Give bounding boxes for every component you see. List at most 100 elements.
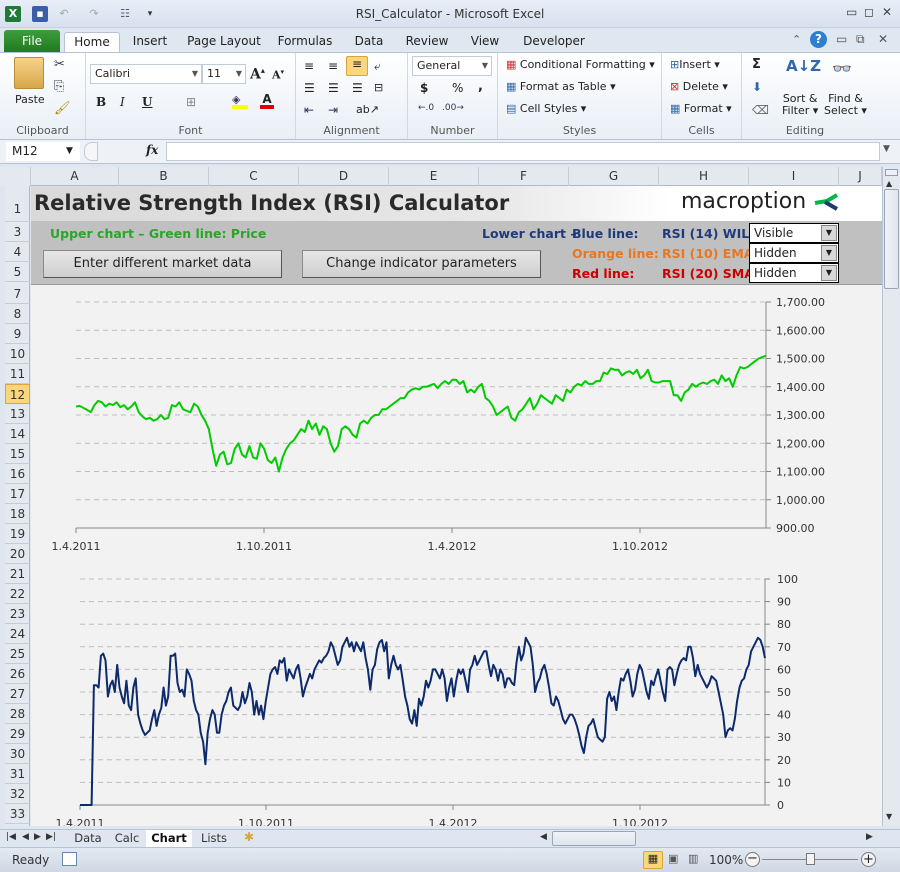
column-header-j[interactable]: J — [839, 167, 882, 186]
restore-icon[interactable]: ◻ — [864, 5, 874, 19]
first-sheet-icon[interactable]: |◀ — [6, 832, 16, 842]
bold-button[interactable]: B — [96, 95, 106, 109]
prev-sheet-icon[interactable]: ◀ — [22, 832, 29, 842]
row-header-30[interactable]: 30 — [5, 744, 30, 764]
row-header-9[interactable]: 9 — [5, 324, 30, 344]
row-header-15[interactable]: 15 — [5, 444, 30, 464]
wb-restore-icon[interactable]: ⧉ — [856, 32, 865, 47]
scroll-right-icon[interactable]: ▶ — [866, 832, 873, 842]
row-header-10[interactable]: 10 — [5, 344, 30, 364]
tab-file[interactable]: File — [4, 30, 60, 52]
split-handle[interactable] — [885, 169, 898, 176]
minimize-ribbon-icon[interactable]: ⌃ — [792, 33, 801, 46]
fill-color-icon[interactable]: ◈ — [232, 93, 248, 109]
increase-indent-icon[interactable]: ⇥ — [328, 103, 338, 117]
wrap-text-icon[interactable]: ⤶ — [374, 59, 381, 74]
line-visibility-dropdown-1[interactable]: Hidden ▼ — [749, 243, 839, 263]
paste-icon[interactable] — [14, 57, 44, 89]
formula-input[interactable] — [166, 142, 880, 161]
row-header-7[interactable]: 7 — [5, 284, 30, 304]
normal-view-icon[interactable]: ▦ — [643, 851, 663, 869]
change-parameters-button[interactable]: Change indicator parameters — [302, 250, 541, 278]
zoom-slider-thumb[interactable] — [806, 853, 815, 865]
row-header-22[interactable]: 22 — [5, 584, 30, 604]
close-icon[interactable]: ✕ — [882, 5, 892, 19]
orientation-icon[interactable]: ab↗ — [356, 103, 379, 116]
zoom-in-icon[interactable]: + — [861, 852, 876, 867]
sheet-tab-calc[interactable]: Calc — [110, 830, 144, 847]
page-layout-view-icon[interactable]: ▣ — [668, 852, 678, 865]
row-header-26[interactable]: 26 — [5, 664, 30, 684]
scroll-up-icon[interactable]: ▲ — [886, 179, 892, 188]
format-as-table-button[interactable]: ▦ Format as Table ▾ — [506, 80, 616, 93]
row-header-28[interactable]: 28 — [5, 704, 30, 724]
cut-icon[interactable]: ✂ — [54, 57, 65, 72]
expand-formula-icon[interactable]: ▼ — [883, 144, 890, 154]
insert-sheet-icon[interactable]: ✱ — [244, 830, 254, 844]
row-header-1[interactable]: 1 — [5, 186, 30, 222]
h-scroll-thumb[interactable] — [552, 831, 636, 846]
autosum-button[interactable]: Σ — [752, 57, 761, 72]
column-header-i[interactable]: I — [749, 167, 839, 186]
vertical-scrollbar[interactable]: ▲ ▼ — [882, 167, 900, 826]
paste-button[interactable]: Paste — [15, 93, 45, 106]
column-header-e[interactable]: E — [389, 167, 479, 186]
align-top-icon[interactable]: ≡ — [304, 59, 314, 73]
formula-bar-handle[interactable] — [84, 142, 98, 161]
worksheet[interactable]: Relative Strength Index (RSI) Calculator… — [31, 186, 882, 826]
row-header-4[interactable]: 4 — [5, 242, 30, 262]
conditional-formatting-button[interactable]: ▦ Conditional Formatting ▾ — [506, 58, 655, 71]
delete-cells-button[interactable]: ⊠ Delete ▾ — [670, 80, 728, 93]
row-header-32[interactable]: 32 — [5, 784, 30, 804]
find-select-button[interactable]: Find & Select ▾ — [824, 93, 867, 117]
sort-filter-button[interactable]: Sort & Filter ▾ — [782, 93, 818, 117]
macro-record-icon[interactable] — [62, 852, 77, 866]
column-header-f[interactable]: F — [479, 167, 569, 186]
insert-cells-button[interactable]: ⊞Insert ▾ — [670, 58, 720, 71]
row-header-20[interactable]: 20 — [5, 544, 30, 564]
dropdown-arrow-icon[interactable]: ▼ — [821, 265, 837, 281]
tab-formulas[interactable]: Formulas — [274, 32, 336, 52]
row-header-8[interactable]: 8 — [5, 304, 30, 324]
chevron-down-icon[interactable]: ▼ — [66, 142, 73, 161]
copy-icon[interactable]: ⎘ — [54, 79, 64, 94]
row-header-31[interactable]: 31 — [5, 764, 30, 784]
binoculars-icon[interactable]: 👓 — [832, 59, 852, 78]
sheet-tab-lists[interactable]: Lists — [194, 830, 234, 847]
row-header-25[interactable]: 25 — [5, 644, 30, 664]
cell-styles-button[interactable]: ▤ Cell Styles ▾ — [506, 102, 586, 115]
font-color-icon[interactable]: A — [260, 93, 274, 109]
minimize-icon[interactable]: ▭ — [846, 5, 857, 19]
decrease-decimal-icon[interactable]: .00→ — [442, 103, 464, 113]
grow-font-icon[interactable]: A▴ — [250, 65, 265, 83]
number-format-combo[interactable]: General ▼ — [412, 56, 492, 76]
column-header-d[interactable]: D — [299, 167, 389, 186]
row-header-29[interactable]: 29 — [5, 724, 30, 744]
currency-button[interactable]: $ — [420, 81, 428, 95]
decrease-indent-icon[interactable]: ⇤ — [304, 103, 314, 117]
format-cells-button[interactable]: ▦ Format ▾ — [670, 102, 732, 115]
tab-review[interactable]: Review — [400, 32, 454, 52]
dropdown-arrow-icon[interactable]: ▼ — [821, 225, 837, 241]
shrink-font-icon[interactable]: A▾ — [272, 67, 284, 82]
column-header-c[interactable]: C — [209, 167, 299, 186]
name-box[interactable]: M12 ▼ — [6, 142, 80, 161]
sheet-tab-data[interactable]: Data — [66, 830, 110, 847]
insert-function-icon[interactable]: fx — [146, 143, 158, 157]
row-header-5[interactable]: 5 — [5, 262, 30, 282]
font-size-combo[interactable]: 11 ▼ — [202, 64, 246, 84]
borders-icon[interactable]: ⊞ — [186, 95, 196, 109]
scroll-thumb[interactable] — [884, 189, 899, 289]
column-header-a[interactable]: A — [31, 167, 119, 186]
row-header-27[interactable]: 27 — [5, 684, 30, 704]
line-visibility-dropdown-0[interactable]: Visible ▼ — [749, 223, 839, 243]
tab-page-layout[interactable]: Page Layout — [184, 32, 264, 52]
sort-filter-icon[interactable]: A↓Z — [786, 57, 821, 75]
tab-data[interactable]: Data — [346, 32, 392, 52]
next-sheet-icon[interactable]: ▶ — [34, 832, 41, 842]
row-header-13[interactable]: 13 — [5, 404, 30, 424]
dropdown-arrow-icon[interactable]: ▼ — [821, 245, 837, 261]
increase-decimal-icon[interactable]: ←.0 — [418, 103, 434, 113]
select-all-corner[interactable] — [0, 167, 31, 186]
row-header-14[interactable]: 14 — [5, 424, 30, 444]
